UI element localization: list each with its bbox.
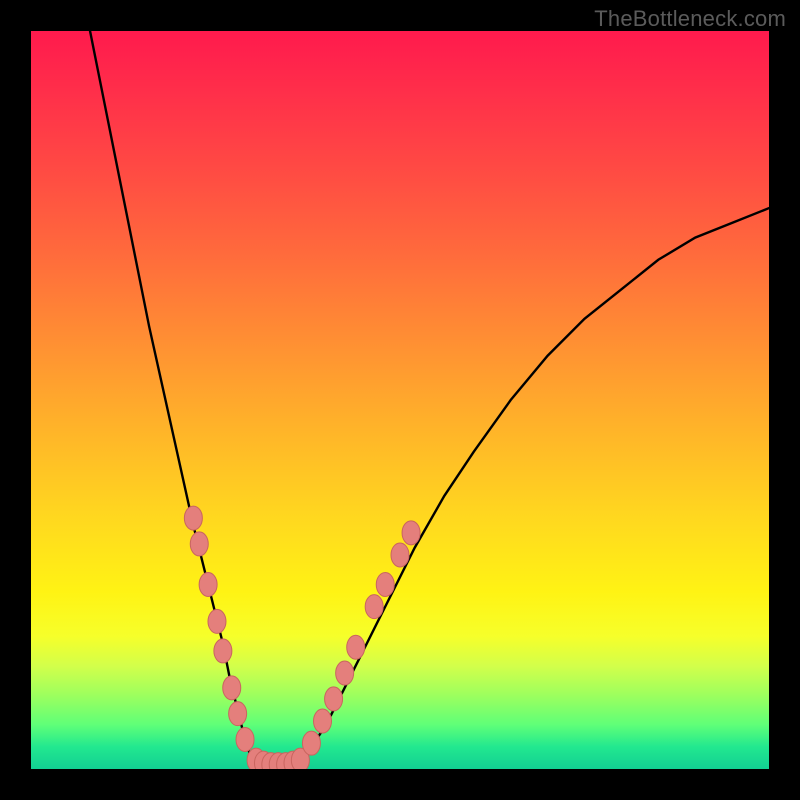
- curve-group: [90, 31, 769, 767]
- plot-area: [31, 31, 769, 769]
- data-marker: [347, 635, 365, 659]
- data-marker: [336, 661, 354, 685]
- data-marker: [208, 609, 226, 633]
- watermark-text: TheBottleneck.com: [594, 6, 786, 32]
- chart-frame: TheBottleneck.com: [0, 0, 800, 800]
- data-marker: [391, 543, 409, 567]
- marker-group: [184, 506, 420, 769]
- data-marker: [236, 727, 254, 751]
- data-marker: [376, 573, 394, 597]
- data-marker: [365, 595, 383, 619]
- data-marker: [325, 687, 343, 711]
- data-marker: [402, 521, 420, 545]
- data-marker: [190, 532, 208, 556]
- data-marker: [314, 709, 332, 733]
- data-marker: [229, 702, 247, 726]
- data-marker: [214, 639, 232, 663]
- data-marker: [223, 676, 241, 700]
- data-marker: [302, 731, 320, 755]
- data-marker: [184, 506, 202, 530]
- data-marker: [199, 573, 217, 597]
- chart-svg: [31, 31, 769, 769]
- bottleneck-curve: [90, 31, 769, 767]
